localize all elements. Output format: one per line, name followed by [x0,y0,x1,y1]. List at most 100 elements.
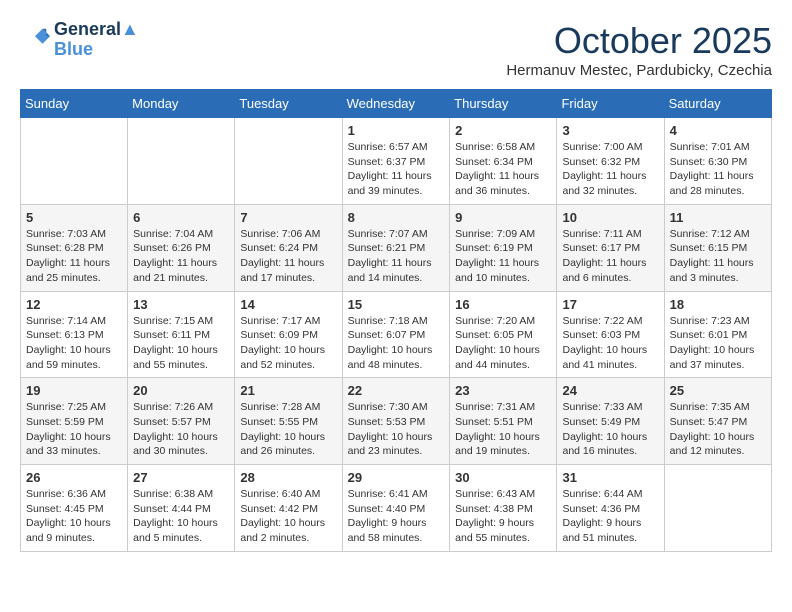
day-number: 20 [133,383,229,398]
day-number: 2 [455,123,551,138]
calendar-cell [128,118,235,205]
day-detail: Sunrise: 7:18 AM Sunset: 6:07 PM Dayligh… [348,314,445,373]
day-detail: Sunrise: 7:30 AM Sunset: 5:53 PM Dayligh… [348,400,445,459]
day-number: 3 [562,123,658,138]
calendar-table: SundayMondayTuesdayWednesdayThursdayFrid… [20,89,772,552]
day-number: 24 [562,383,658,398]
day-detail: Sunrise: 7:31 AM Sunset: 5:51 PM Dayligh… [455,400,551,459]
day-detail: Sunrise: 7:07 AM Sunset: 6:21 PM Dayligh… [348,227,445,286]
calendar-cell: 12 Sunrise: 7:14 AM Sunset: 6:13 PM Dayli… [21,291,128,378]
day-detail: Sunrise: 6:41 AM Sunset: 4:40 PM Dayligh… [348,487,445,546]
calendar-cell: 27 Sunrise: 6:38 AM Sunset: 4:44 PM Dayli… [128,465,235,552]
month-title: October 2025 [506,20,772,62]
day-number: 6 [133,210,229,225]
day-detail: Sunrise: 6:38 AM Sunset: 4:44 PM Dayligh… [133,487,229,546]
title-block: October 2025 Hermanuv Mestec, Pardubicky… [506,20,772,79]
header-tuesday: Tuesday [235,90,342,118]
calendar-cell: 28Sunrise: 6:40 AM Sunset: 4:42 PM Dayli… [235,465,342,552]
calendar-cell: 2 Sunrise: 6:58 AM Sunset: 6:34 PM Daylig… [450,118,557,205]
logo-text: General▲ Blue [54,20,139,60]
day-number: 26 [26,470,122,485]
day-number: 27 [133,470,229,485]
calendar-cell: 4 Sunrise: 7:01 AM Sunset: 6:30 PM Daylig… [664,118,771,205]
day-number: 5 [26,210,122,225]
day-number: 29 [348,470,445,485]
day-detail: Sunrise: 7:20 AM Sunset: 6:05 PM Dayligh… [455,314,551,373]
calendar-cell: 3 Sunrise: 7:00 AM Sunset: 6:32 PM Daylig… [557,118,664,205]
day-number: 11 [670,210,766,225]
day-number: 25 [670,383,766,398]
calendar-cell: 29 Sunrise: 6:41 AM Sunset: 4:40 PM Dayli… [342,465,450,552]
calendar-cell: 20 Sunrise: 7:26 AM Sunset: 5:57 PM Dayli… [128,378,235,465]
day-number: 14 [240,297,336,312]
day-number: 4 [670,123,766,138]
day-detail: Sunrise: 7:23 AM Sunset: 6:01 PM Dayligh… [670,314,766,373]
header-friday: Friday [557,90,664,118]
calendar-cell: 26Sunrise: 6:36 AM Sunset: 4:45 PM Dayli… [21,465,128,552]
day-detail: Sunrise: 7:09 AM Sunset: 6:19 PM Dayligh… [455,227,551,286]
calendar-header-row: SundayMondayTuesdayWednesdayThursdayFrid… [21,90,772,118]
calendar-cell: 30 Sunrise: 6:43 AM Sunset: 4:38 PM Dayli… [450,465,557,552]
location-title: Hermanuv Mestec, Pardubicky, Czechia [506,62,772,79]
day-detail: Sunrise: 7:15 AM Sunset: 6:11 PM Dayligh… [133,314,229,373]
day-detail: Sunrise: 7:17 AM Sunset: 6:09 PM Dayligh… [240,314,336,373]
day-detail: Sunrise: 7:04 AM Sunset: 6:26 PM Dayligh… [133,227,229,286]
calendar-cell: 18 Sunrise: 7:23 AM Sunset: 6:01 PM Dayli… [664,291,771,378]
day-detail: Sunrise: 7:01 AM Sunset: 6:30 PM Dayligh… [670,140,766,199]
day-number: 12 [26,297,122,312]
calendar-cell: 10Sunrise: 7:11 AM Sunset: 6:17 PM Dayli… [557,204,664,291]
day-detail: Sunrise: 6:58 AM Sunset: 6:34 PM Dayligh… [455,140,551,199]
calendar-cell [664,465,771,552]
header-sunday: Sunday [21,90,128,118]
day-number: 19 [26,383,122,398]
header-monday: Monday [128,90,235,118]
calendar-week-row: 26Sunrise: 6:36 AM Sunset: 4:45 PM Dayli… [21,465,772,552]
day-number: 9 [455,210,551,225]
calendar-cell: 7Sunrise: 7:06 AM Sunset: 6:24 PM Daylig… [235,204,342,291]
day-number: 10 [562,210,658,225]
calendar-cell: 15 Sunrise: 7:18 AM Sunset: 6:07 PM Dayli… [342,291,450,378]
day-detail: Sunrise: 7:26 AM Sunset: 5:57 PM Dayligh… [133,400,229,459]
day-detail: Sunrise: 7:35 AM Sunset: 5:47 PM Dayligh… [670,400,766,459]
day-number: 30 [455,470,551,485]
day-number: 18 [670,297,766,312]
day-detail: Sunrise: 7:00 AM Sunset: 6:32 PM Dayligh… [562,140,658,199]
calendar-week-row: 5Sunrise: 7:03 AM Sunset: 6:28 PM Daylig… [21,204,772,291]
day-number: 22 [348,383,445,398]
day-detail: Sunrise: 7:14 AM Sunset: 6:13 PM Dayligh… [26,314,122,373]
day-number: 13 [133,297,229,312]
header-thursday: Thursday [450,90,557,118]
header-wednesday: Wednesday [342,90,450,118]
day-number: 7 [240,210,336,225]
calendar-cell: 31Sunrise: 6:44 AM Sunset: 4:36 PM Dayli… [557,465,664,552]
calendar-cell: 8 Sunrise: 7:07 AM Sunset: 6:21 PM Daylig… [342,204,450,291]
calendar-cell: 17Sunrise: 7:22 AM Sunset: 6:03 PM Dayli… [557,291,664,378]
calendar-cell: 22 Sunrise: 7:30 AM Sunset: 5:53 PM Dayli… [342,378,450,465]
day-detail: Sunrise: 6:57 AM Sunset: 6:37 PM Dayligh… [348,140,445,199]
calendar-cell: 9 Sunrise: 7:09 AM Sunset: 6:19 PM Daylig… [450,204,557,291]
calendar-cell [235,118,342,205]
calendar-cell: 21Sunrise: 7:28 AM Sunset: 5:55 PM Dayli… [235,378,342,465]
day-number: 17 [562,297,658,312]
day-detail: Sunrise: 7:33 AM Sunset: 5:49 PM Dayligh… [562,400,658,459]
day-detail: Sunrise: 7:28 AM Sunset: 5:55 PM Dayligh… [240,400,336,459]
logo-icon [20,25,50,55]
header-saturday: Saturday [664,90,771,118]
calendar-cell: 14 Sunrise: 7:17 AM Sunset: 6:09 PM Dayli… [235,291,342,378]
day-number: 23 [455,383,551,398]
calendar-cell: 24 Sunrise: 7:33 AM Sunset: 5:49 PM Dayli… [557,378,664,465]
day-number: 28 [240,470,336,485]
page-header: General▲ Blue October 2025 Hermanuv Mest… [20,20,772,79]
day-detail: Sunrise: 7:12 AM Sunset: 6:15 PM Dayligh… [670,227,766,286]
calendar-cell: 19Sunrise: 7:25 AM Sunset: 5:59 PM Dayli… [21,378,128,465]
day-number: 15 [348,297,445,312]
calendar-week-row: 19Sunrise: 7:25 AM Sunset: 5:59 PM Dayli… [21,378,772,465]
calendar-cell [21,118,128,205]
calendar-week-row: 1 Sunrise: 6:57 AM Sunset: 6:37 PM Daylig… [21,118,772,205]
calendar-cell: 11 Sunrise: 7:12 AM Sunset: 6:15 PM Dayli… [664,204,771,291]
day-number: 8 [348,210,445,225]
calendar-cell: 23 Sunrise: 7:31 AM Sunset: 5:51 PM Dayli… [450,378,557,465]
day-detail: Sunrise: 6:43 AM Sunset: 4:38 PM Dayligh… [455,487,551,546]
day-number: 1 [348,123,445,138]
calendar-cell: 1 Sunrise: 6:57 AM Sunset: 6:37 PM Daylig… [342,118,450,205]
